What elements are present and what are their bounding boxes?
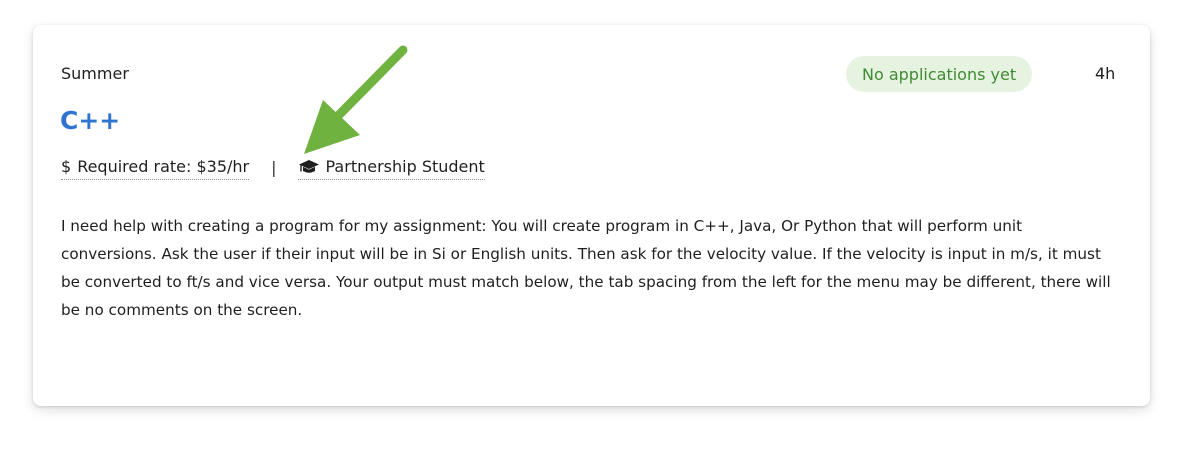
graduation-cap-icon [298,159,320,175]
job-description: I need help with creating a program for … [61,217,1111,319]
meta-separator: | [271,158,277,177]
student-type-label: Partnership Student [325,157,485,176]
student-type[interactable]: Partnership Student [297,156,485,180]
required-rate[interactable]: $ Required rate: $35/hr [61,156,250,180]
job-category: Summer [61,64,129,83]
dollar-icon: $ [61,157,72,176]
job-title-link[interactable]: C++ [60,105,120,137]
job-meta-row: $ Required rate: $35/hr | Partnership St… [61,156,485,180]
required-rate-label: Required rate: $35/hr [77,157,250,176]
posted-time: 4h [1095,64,1116,83]
status-badge: No applications yet [846,56,1033,92]
job-card[interactable]: Summer C++ $ Required rate: $35/hr | Par… [33,25,1150,406]
